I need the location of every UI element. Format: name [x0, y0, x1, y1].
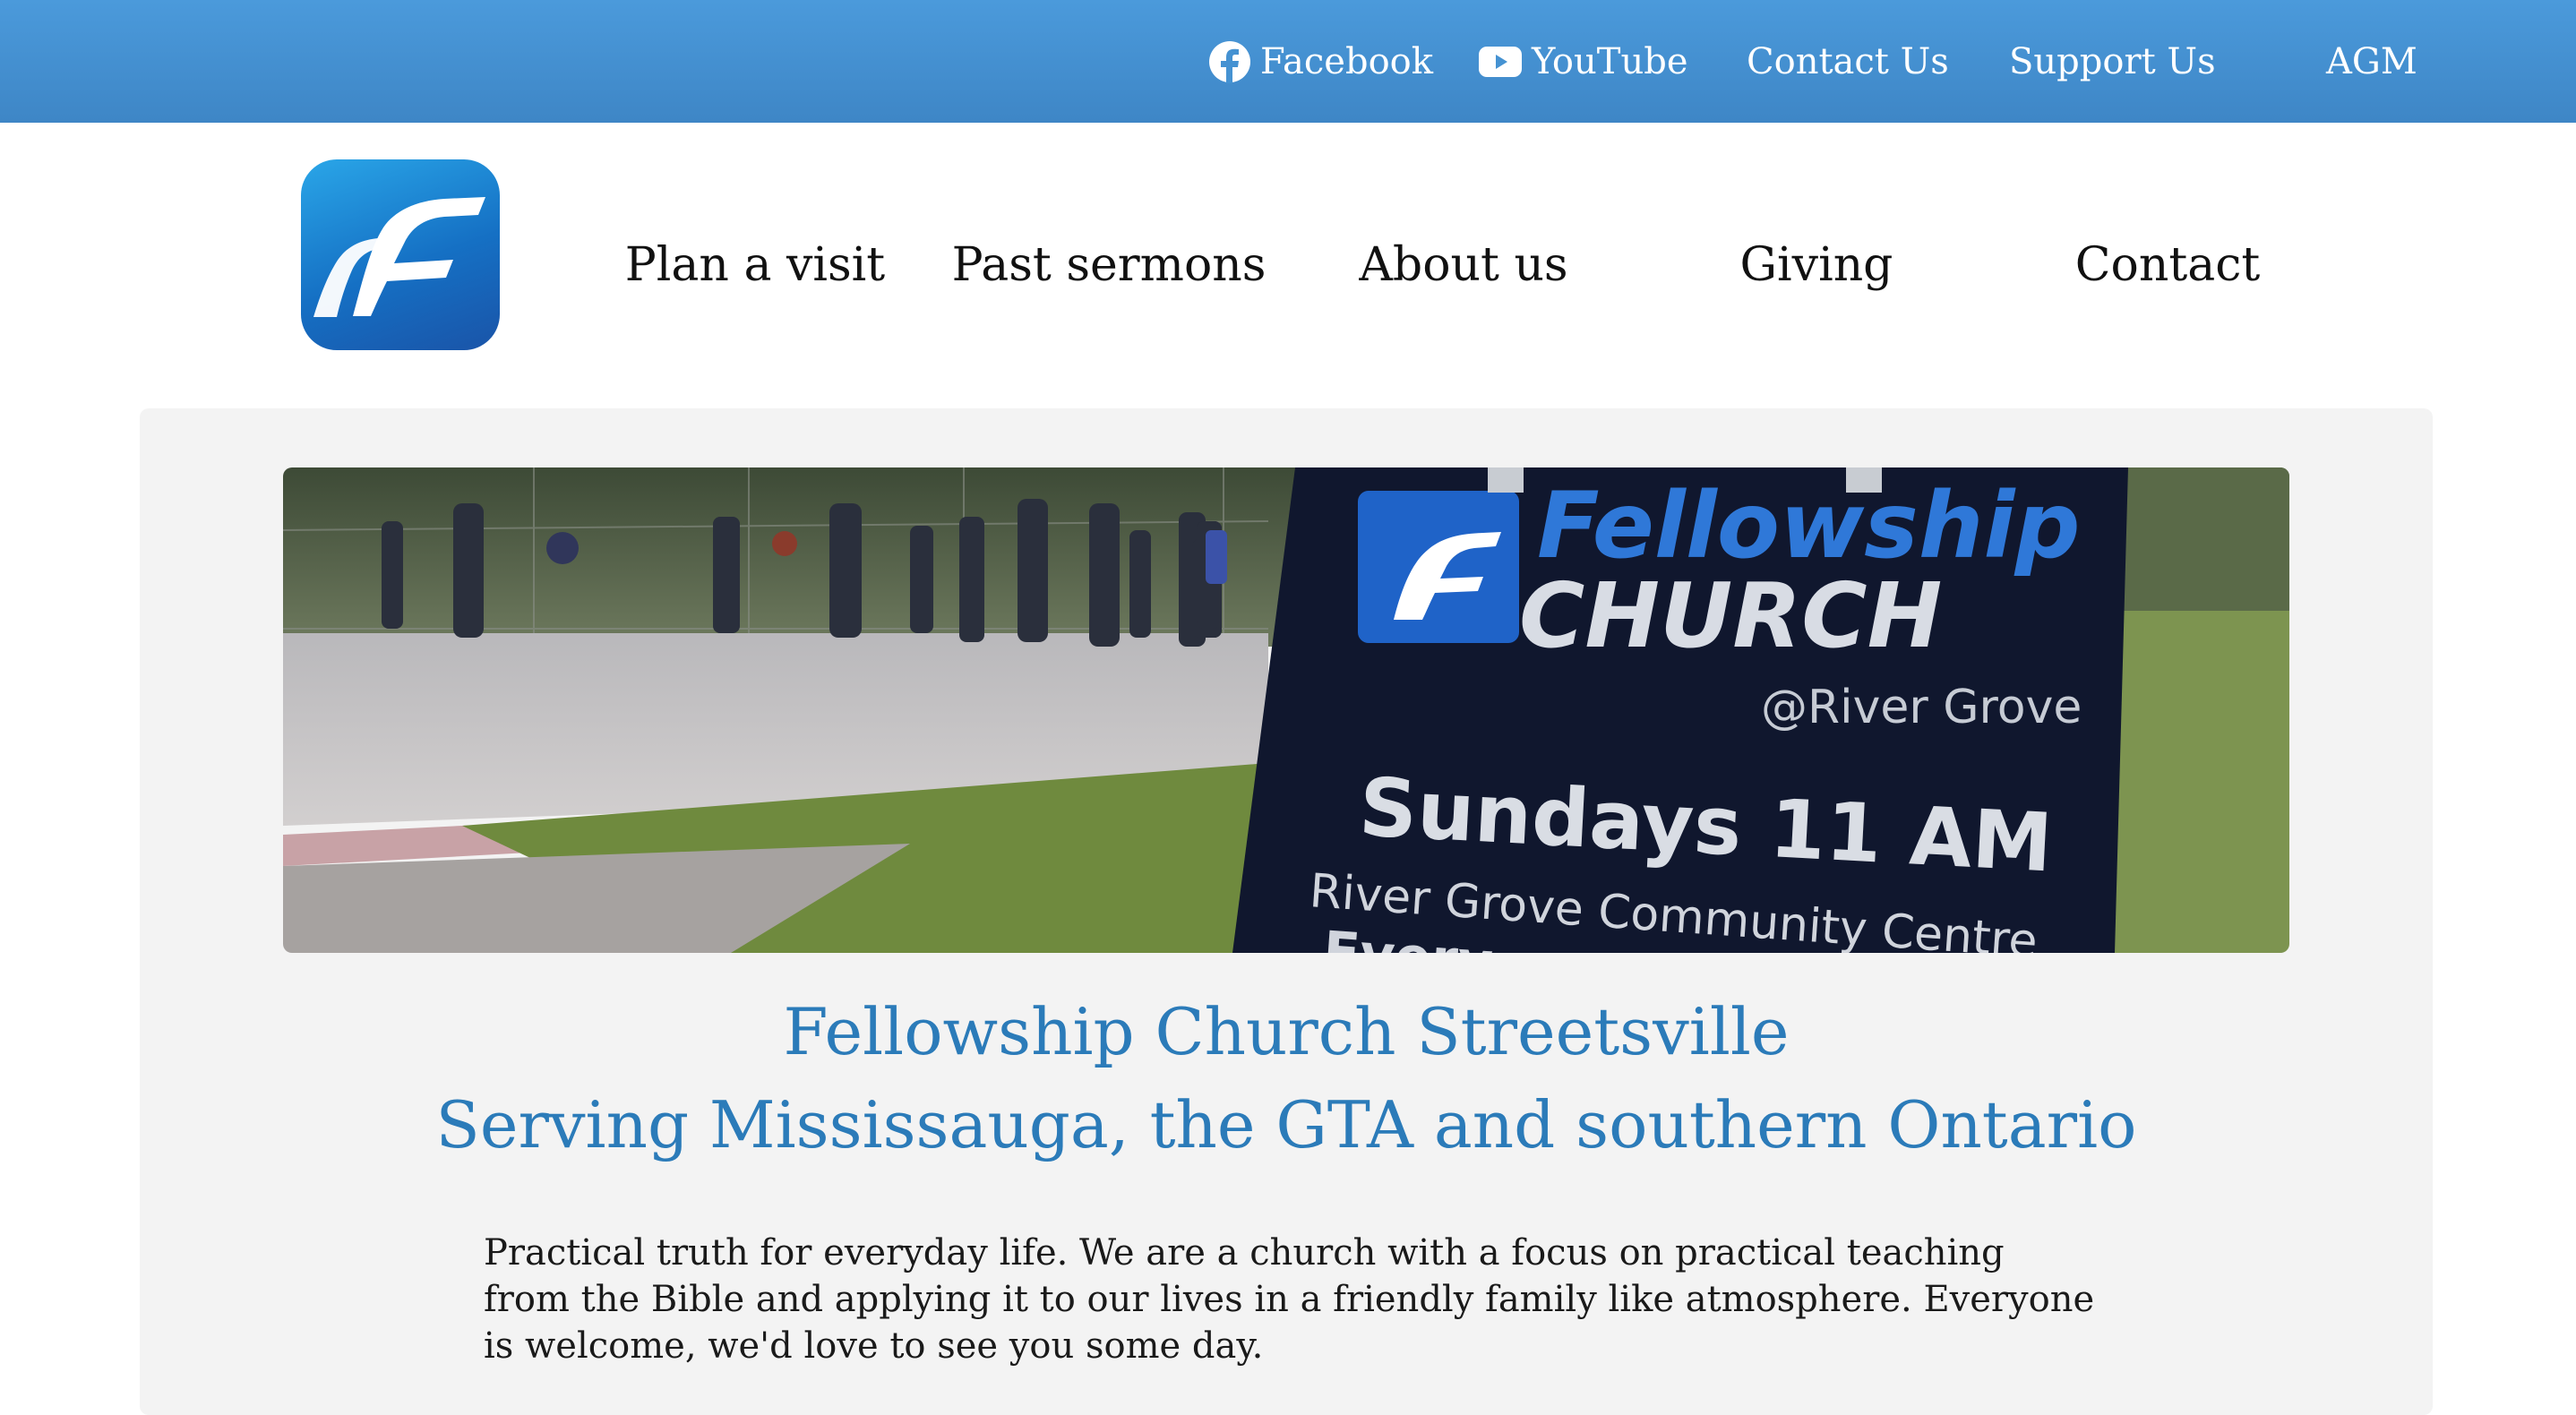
nav-plan-a-visit[interactable]: Plan a visit	[625, 227, 885, 303]
hero-image: Fellowship CHURCH @River Grove Sundays 1…	[283, 467, 2289, 953]
nav-past-sermons[interactable]: Past sermons	[952, 227, 1267, 303]
sign-line-church: CHURCH	[1519, 563, 1942, 668]
intro-paragraph: Practical truth for everyday life. We ar…	[484, 1232, 2095, 1367]
facebook-link[interactable]: Facebook	[1208, 0, 1433, 123]
support-us-link[interactable]: Support Us	[2009, 0, 2216, 123]
nav-about-us[interactable]: About us	[1359, 227, 1567, 303]
facebook-icon	[1208, 40, 1251, 83]
nav-giving[interactable]: Giving	[1740, 227, 1893, 303]
sign-line-river-grove: @River Grove	[1761, 681, 2082, 734]
nav-contact[interactable]: Contact	[2075, 227, 2261, 303]
agm-link[interactable]: AGM	[2326, 0, 2417, 123]
youtube-link[interactable]: YouTube	[1478, 0, 1688, 123]
top-utility-bar: Facebook YouTube Contact Us Support Us A…	[0, 0, 2576, 123]
page-subtitle: Serving Mississauga, the GTA and souther…	[435, 1087, 2137, 1162]
youtube-icon	[1478, 44, 1523, 80]
page-title: Fellowship Church Streetsville	[783, 994, 1790, 1069]
fellowship-church-logo-icon[interactable]	[301, 159, 500, 350]
youtube-label: YouTube	[1532, 40, 1688, 82]
contact-us-link[interactable]: Contact Us	[1747, 0, 1949, 123]
facebook-label: Facebook	[1260, 40, 1433, 82]
